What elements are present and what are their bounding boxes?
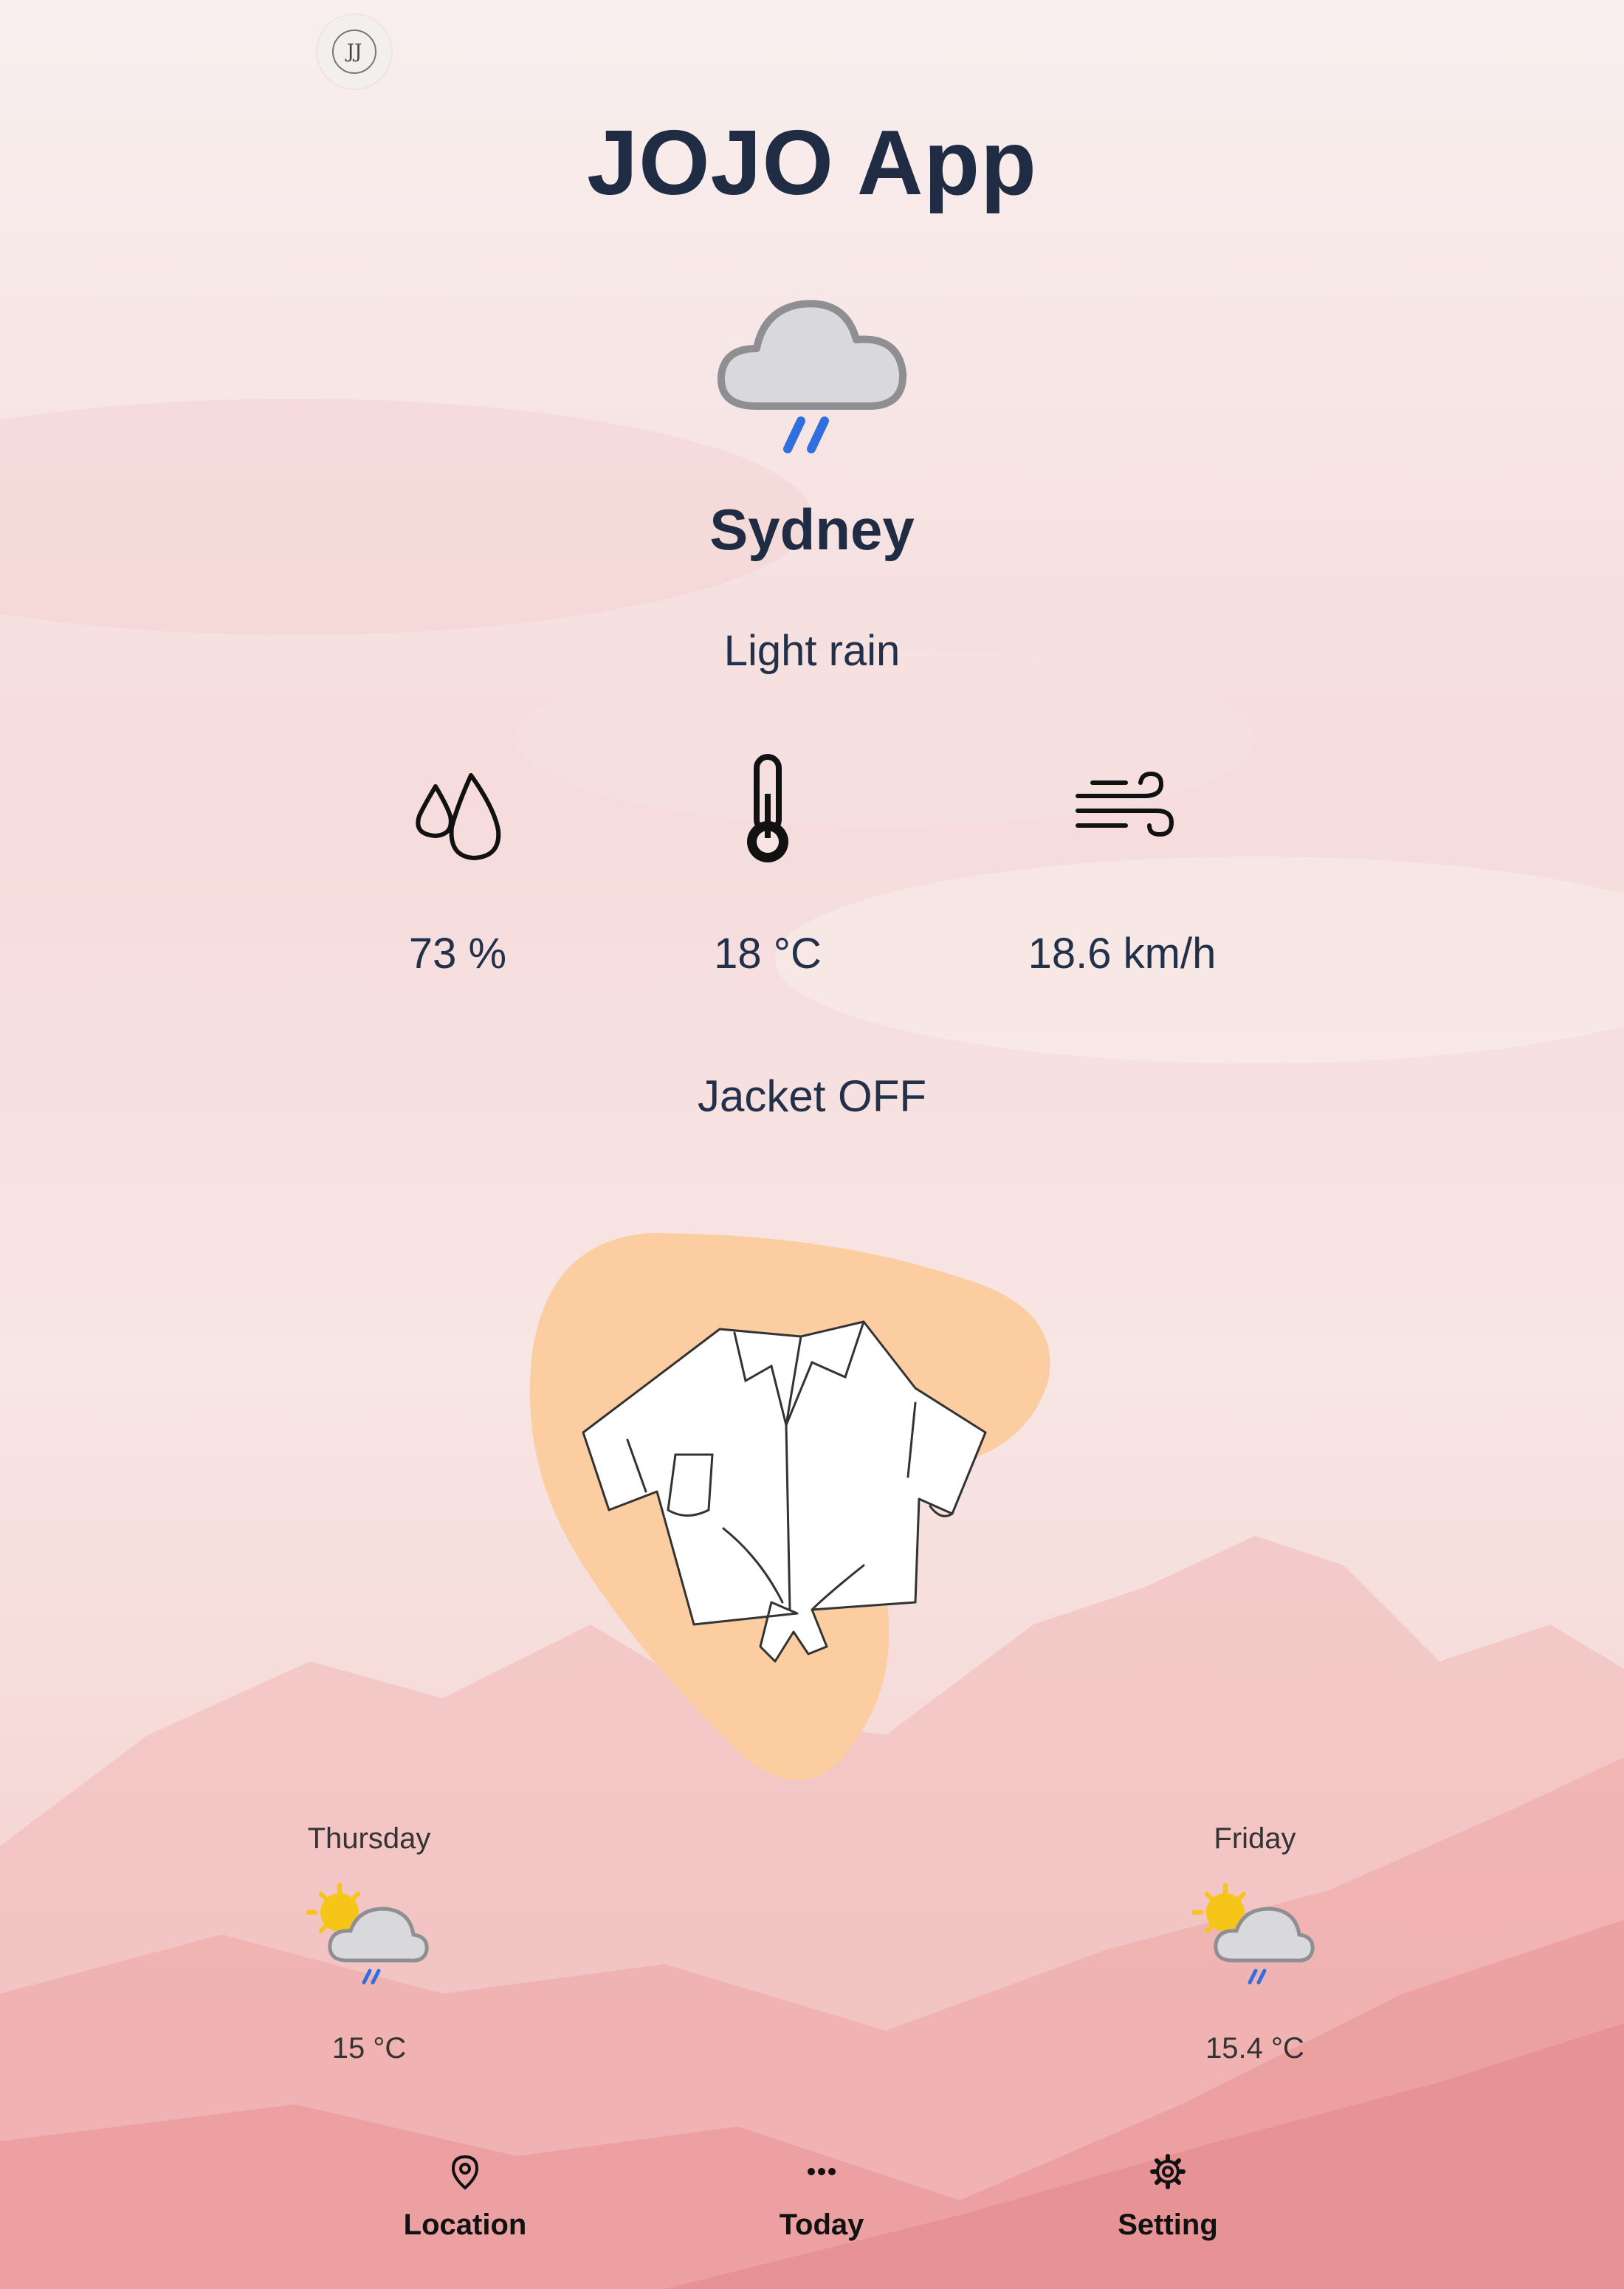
- humidity-value: 73 %: [408, 930, 507, 978]
- wind-icon: [1076, 771, 1174, 837]
- sun-cloud-rain-icon: [306, 1883, 429, 1985]
- weather-condition: Light rain: [723, 627, 901, 675]
- cloud-rain-icon: [717, 300, 907, 453]
- nav-setting-label: Setting: [1118, 2209, 1218, 2241]
- sun-cloud-rain-icon: [1192, 1883, 1315, 1985]
- nav-today-label: Today: [779, 2209, 864, 2241]
- wind-value: 18.6 km/h: [1028, 930, 1217, 978]
- map-pin-icon: [451, 2155, 479, 2190]
- nav-today[interactable]: Today: [689, 2152, 954, 2242]
- logo-mark: JJ: [332, 30, 376, 74]
- jacket-status: Jacket OFF: [697, 1071, 927, 1121]
- city-name: Sydney: [709, 497, 915, 562]
- app-title: JOJO App: [587, 112, 1037, 214]
- more-dots-icon: [808, 2168, 836, 2175]
- forecast-temp-thursday: 15 °C: [331, 2032, 407, 2065]
- nav-location-label: Location: [403, 2209, 527, 2241]
- humidity-drops-icon: [416, 773, 501, 860]
- app-logo[interactable]: JJ: [317, 15, 391, 89]
- gear-icon: [1150, 2154, 1186, 2189]
- thermometer-icon: [747, 754, 788, 862]
- nav-setting[interactable]: Setting: [1035, 2152, 1301, 2242]
- forecast-day-friday: Friday: [1214, 1822, 1296, 1855]
- shirt-icon: [529, 1233, 1050, 1780]
- forecast-day-thursday: Thursday: [307, 1822, 431, 1855]
- temperature-value: 18 °C: [714, 930, 822, 978]
- nav-location[interactable]: Location: [332, 2152, 598, 2242]
- forecast-temp-friday: 15.4 °C: [1205, 2032, 1304, 2065]
